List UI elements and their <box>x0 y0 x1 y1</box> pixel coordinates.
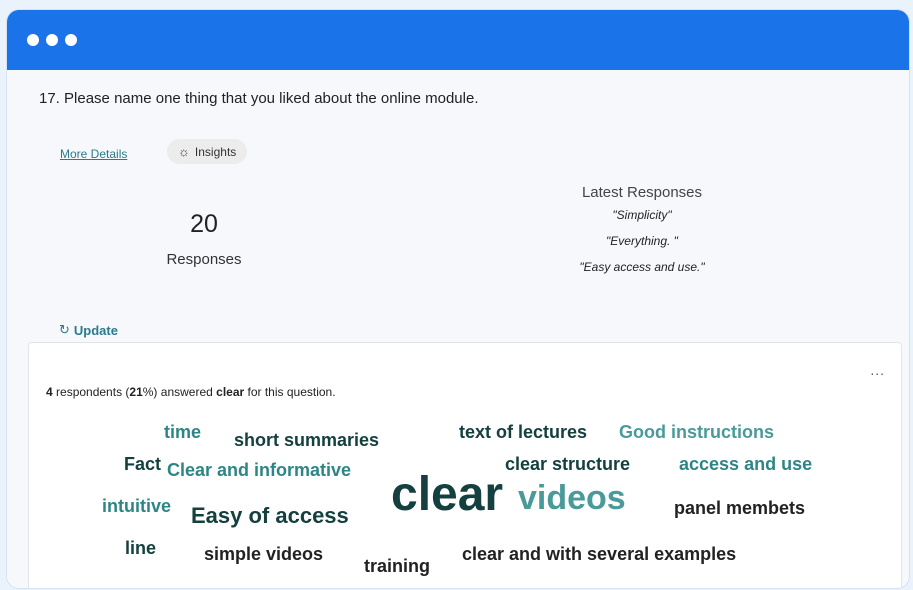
update-button[interactable]: ↻ Update <box>59 322 118 338</box>
summary-text: for this question. <box>244 385 336 399</box>
word-cloud-term[interactable]: short summaries <box>234 431 379 449</box>
word-cloud-term[interactable]: Clear and informative <box>167 461 351 479</box>
word-cloud-term[interactable]: access and use <box>679 455 812 473</box>
word-cloud-term[interactable]: videos <box>518 481 626 515</box>
refresh-icon: ↻ <box>59 322 70 337</box>
more-options-button[interactable]: ... <box>870 363 885 377</box>
word-cloud-term[interactable]: panel membets <box>674 499 805 517</box>
lightbulb-icon: ☼ <box>178 144 190 159</box>
window-dot-icon <box>27 34 39 46</box>
latest-response-item: "Easy access and use." <box>579 260 705 274</box>
app-window: 17. Please name one thing that you liked… <box>7 10 909 588</box>
word-cloud-term[interactable]: intuitive <box>102 497 171 515</box>
word-cloud-term[interactable]: text of lectures <box>459 423 587 441</box>
window-titlebar <box>7 10 909 70</box>
window-dot-icon <box>65 34 77 46</box>
word-cloud-term[interactable]: clear <box>391 471 503 519</box>
summary-text: %) answered <box>142 385 217 399</box>
latest-responses-title: Latest Responses <box>581 184 703 201</box>
summary-percent: 21 <box>129 385 143 399</box>
latest-response-item: "Everything. " <box>606 234 678 248</box>
insights-label: Insights <box>194 144 237 159</box>
word-cloud-term[interactable]: training <box>364 557 430 575</box>
response-count-label: Responses <box>166 251 242 268</box>
word-cloud-term[interactable]: simple videos <box>204 545 323 563</box>
update-label: Update <box>73 322 118 338</box>
word-cloud-term[interactable]: Easy of access <box>191 505 349 527</box>
response-count: 20 <box>190 210 218 238</box>
question-number: 17. <box>39 90 60 107</box>
summary-count: 4 <box>46 385 53 399</box>
word-cloud-term[interactable]: time <box>164 423 201 441</box>
word-cloud-term[interactable]: clear structure <box>505 455 630 473</box>
keyword-summary: 4 respondents (21%) answered clear for t… <box>46 385 336 399</box>
word-cloud-card: ... 4 respondents (21%) answered clear f… <box>28 342 902 588</box>
word-cloud-term[interactable]: Good instructions <box>619 423 774 441</box>
summary-keyword: clear <box>216 385 245 399</box>
question-title: 17. Please name one thing that you liked… <box>39 90 479 107</box>
question-panel: 17. Please name one thing that you liked… <box>7 70 909 588</box>
word-cloud-term[interactable]: Fact <box>124 455 161 473</box>
word-cloud-term[interactable]: line <box>125 539 156 557</box>
more-details-link[interactable]: More Details <box>60 147 127 161</box>
insights-button[interactable]: ☼ Insights <box>167 139 248 164</box>
window-dot-icon <box>46 34 58 46</box>
word-cloud-term[interactable]: clear and with several examples <box>462 545 736 563</box>
question-text: Please name one thing that you liked abo… <box>64 90 479 107</box>
summary-text: respondents ( <box>52 385 130 399</box>
latest-response-item: "Simplicity" <box>612 208 672 222</box>
latest-responses: Latest Responses "Simplicity" "Everythin… <box>517 184 767 286</box>
